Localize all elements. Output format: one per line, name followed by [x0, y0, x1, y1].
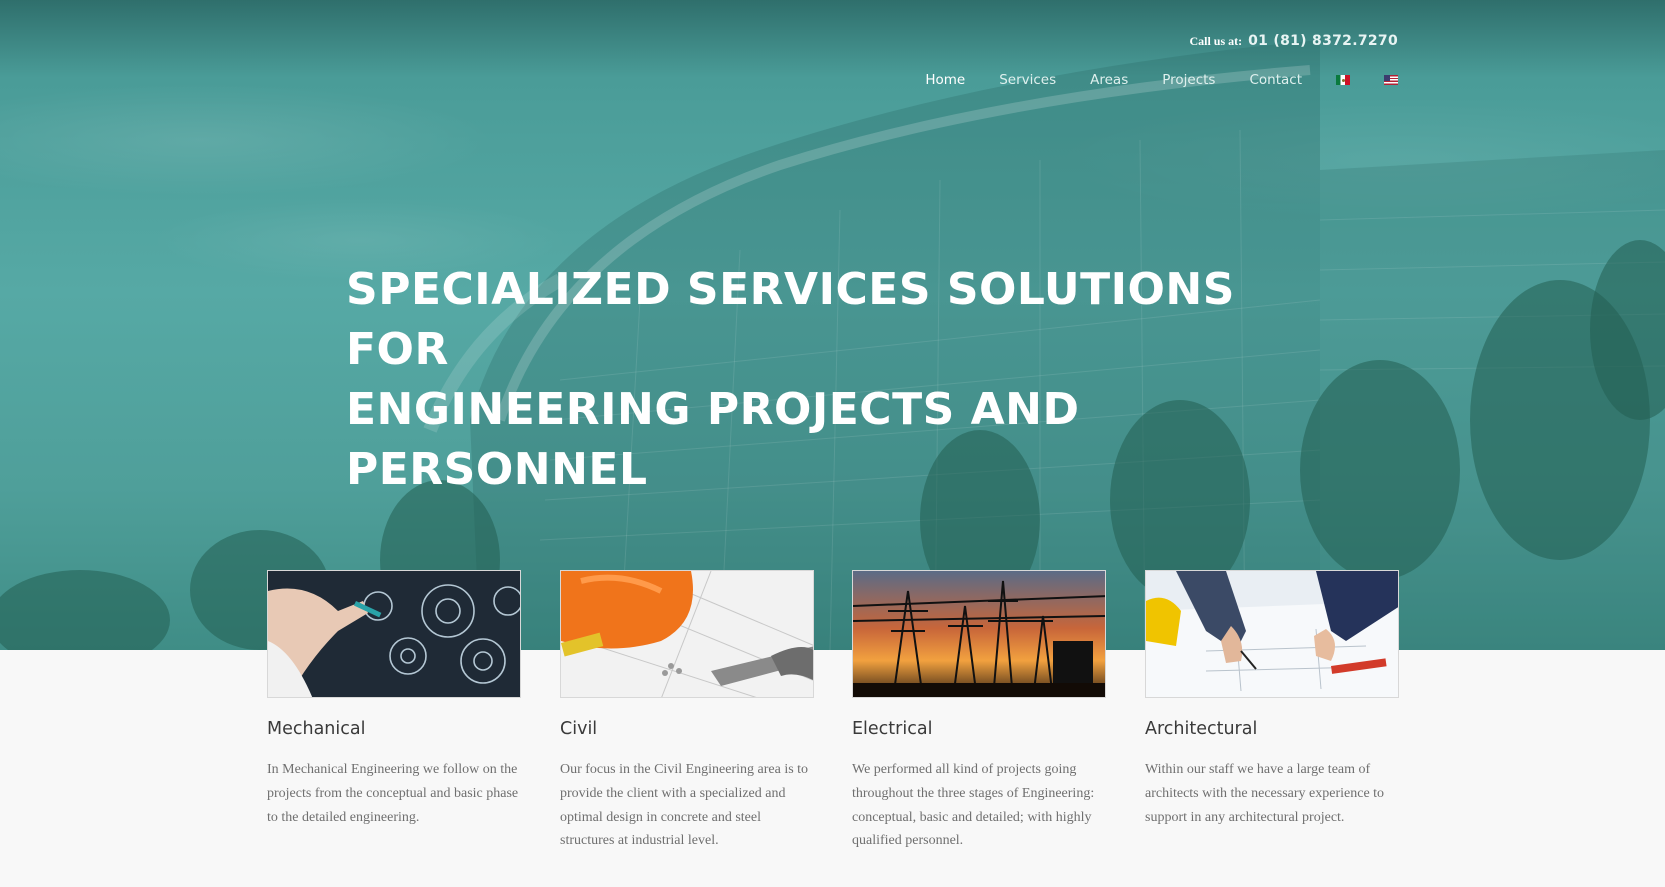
card-desc-line: architects with the necessary experience…: [1145, 785, 1385, 801]
hero-banner: Call us at: 01 (81) 8372.7270 Home Servi…: [0, 0, 1665, 650]
call-us-label: Call us at:: [1189, 34, 1243, 48]
card-title[interactable]: Mechanical: [267, 719, 521, 739]
nav-home[interactable]: Home: [925, 72, 965, 88]
card-desc-line: structures at industrial level.: [560, 833, 719, 849]
card-title[interactable]: Architectural: [1145, 719, 1399, 739]
card-description: In Mechanical Engineering we follow on t…: [267, 758, 521, 829]
card-desc-line: Within our staff we have a large team of: [1145, 762, 1371, 777]
hand-drawing-gears-icon[interactable]: [267, 570, 521, 698]
blueprint-hands-icon[interactable]: [1145, 570, 1399, 698]
card-desc-line: provide the client with a specialized an…: [560, 785, 786, 801]
card-desc-line: conceptual, basic and detailed; with hig…: [852, 809, 1092, 825]
card-desc-line: optimal design in concrete and steel: [560, 809, 761, 825]
mexico-flag-icon[interactable]: [1336, 75, 1350, 85]
card-desc-line: throughout the three stages of Engineeri…: [852, 785, 1095, 801]
hero-headline: SPECIALIZED SERVICES SOLUTIONS FOR ENGIN…: [346, 260, 1346, 500]
card-desc-line: qualified personnel.: [852, 833, 964, 849]
nav-areas[interactable]: Areas: [1090, 72, 1128, 88]
service-card-architectural[interactable]: Architectural Within our staff we have a…: [1145, 570, 1399, 829]
card-description: Within our staff we have a large team of…: [1145, 758, 1399, 829]
card-desc-line: In Mechanical Engineering we follow on t…: [267, 762, 518, 777]
card-desc-line: We performed all kind of projects going: [852, 762, 1077, 777]
nav-services[interactable]: Services: [999, 72, 1056, 88]
card-desc-line: to the detailed engineering.: [267, 809, 420, 825]
card-desc-line: projects from the conceptual and basic p…: [267, 785, 519, 801]
card-title[interactable]: Civil: [560, 719, 814, 739]
hero-headline-line2: ENGINEERING PROJECTS AND PERSONNEL: [346, 384, 1080, 495]
hero-headline-line1: SPECIALIZED SERVICES SOLUTIONS FOR: [346, 264, 1235, 375]
call-us: Call us at: 01 (81) 8372.7270: [1189, 33, 1398, 49]
power-towers-sunset-icon[interactable]: [852, 570, 1106, 698]
card-desc-line: support in any architectural project.: [1145, 809, 1345, 825]
nav-contact[interactable]: Contact: [1249, 72, 1302, 88]
service-card-electrical[interactable]: Electrical We performed all kind of proj…: [852, 570, 1106, 853]
service-card-mechanical[interactable]: Mechanical In Mechanical Engineering we …: [267, 570, 521, 829]
card-description: We performed all kind of projects going …: [852, 758, 1106, 853]
card-description: Our focus in the Civil Engineering area …: [560, 758, 814, 853]
card-title[interactable]: Electrical: [852, 719, 1106, 739]
phone-number[interactable]: 01 (81) 8372.7270: [1248, 33, 1398, 49]
nav-projects[interactable]: Projects: [1162, 72, 1215, 88]
main-nav: Home Services Areas Projects Contact: [925, 72, 1398, 88]
hard-hat-and-tools-icon[interactable]: [560, 570, 814, 698]
usa-flag-icon[interactable]: [1384, 75, 1398, 85]
service-card-civil[interactable]: Civil Our focus in the Civil Engineering…: [560, 570, 814, 853]
card-desc-line: Our focus in the Civil Engineering area …: [560, 762, 809, 777]
